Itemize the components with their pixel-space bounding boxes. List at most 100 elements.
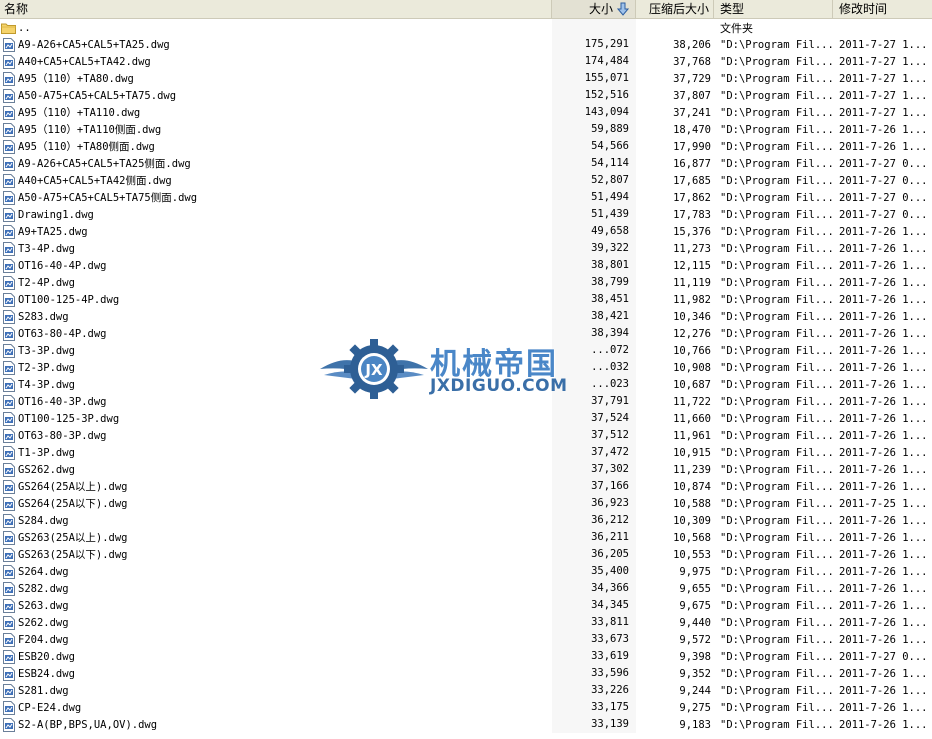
file-modified-time: 2011-7-26 1... — [839, 480, 928, 493]
file-compressed-size: 17,685 — [673, 174, 711, 187]
file-size: 49,658 — [552, 223, 636, 240]
file-row[interactable]: S2-A(BP,BPS,UA,OV).dwg 33,139 9,183 "D:\Pro… — [0, 716, 932, 733]
file-type: "D:\Program Fil... — [720, 106, 833, 119]
column-header-size[interactable]: 大小 — [552, 0, 636, 18]
dwg-file-icon — [3, 394, 15, 409]
file-row[interactable]: A95（110）+TA110.dwg 143,094 37,241 "D:\Progr… — [0, 104, 932, 121]
dwg-file-icon — [3, 139, 15, 154]
file-name: T2-3P.dwg — [18, 361, 75, 374]
file-row[interactable]: GS263(25A以上).dwg 36,211 10,568 "D:\Program … — [0, 529, 932, 546]
file-row[interactable]: S264.dwg 35,400 9,975 "D:\Program Fil... 201… — [0, 563, 932, 580]
file-row[interactable]: A9-A26+CA5+CAL5+TA25.dwg 175,291 38,206 "D:… — [0, 36, 932, 53]
file-row[interactable]: A40+CA5+CAL5+TA42侧面.dwg 52,807 17,685 "D:\P… — [0, 172, 932, 189]
column-header-type[interactable]: 类型 — [714, 0, 833, 18]
file-row[interactable]: GS263(25A以下).dwg 36,205 10,553 "D:\Program … — [0, 546, 932, 563]
file-size: 52,807 — [552, 172, 636, 189]
file-row[interactable]: OT63-80-4P.dwg 38,394 12,276 "D:\Program Fi… — [0, 325, 932, 342]
file-compressed-size: 12,115 — [673, 259, 711, 272]
file-size: 36,205 — [552, 546, 636, 563]
file-row[interactable]: A50-A75+CA5+CAL5+TA75侧面.dwg 51,494 17,862 "… — [0, 189, 932, 206]
file-name: OT100-125-4P.dwg — [18, 293, 120, 306]
file-size: 33,596 — [552, 665, 636, 682]
file-row[interactable]: OT16-40-3P.dwg 37,791 11,722 "D:\Program Fi… — [0, 393, 932, 410]
file-list: .. 文件夹 A9-A26+CA5+CAL5+TA25.dwg 175,291 38… — [0, 19, 932, 733]
file-row[interactable]: A40+CA5+CAL5+TA42.dwg 174,484 37,768 "D:\Pr… — [0, 53, 932, 70]
file-size: 33,226 — [552, 682, 636, 699]
file-row[interactable]: A95（110）+TA80.dwg 155,071 37,729 "D:\Progra… — [0, 70, 932, 87]
column-header-modified[interactable]: 修改时间 — [833, 0, 932, 18]
file-compressed-size: 18,470 — [673, 123, 711, 136]
file-type: "D:\Program Fil... — [720, 531, 833, 544]
file-compressed-size: 9,975 — [679, 565, 711, 578]
file-type: "D:\Program Fil... — [720, 582, 833, 595]
file-type: "D:\Program Fil... — [720, 293, 833, 306]
file-row[interactable]: T1-3P.dwg 37,472 10,915 "D:\Program Fil... 2… — [0, 444, 932, 461]
file-row[interactable]: A95（110）+TA80侧面.dwg 54,566 17,990 "D:\Progr… — [0, 138, 932, 155]
file-compressed-size: 10,346 — [673, 310, 711, 323]
file-name: ESB20.dwg — [18, 650, 75, 663]
file-compressed-size: 11,660 — [673, 412, 711, 425]
file-modified-time: 2011-7-27 0... — [839, 157, 928, 170]
file-modified-time: 2011-7-26 1... — [839, 276, 928, 289]
file-compressed-size: 37,241 — [673, 106, 711, 119]
file-modified-time: 2011-7-27 1... — [839, 106, 928, 119]
file-size: 37,512 — [552, 427, 636, 444]
file-size: 155,071 — [552, 70, 636, 87]
file-row[interactable]: A9+TA25.dwg 49,658 15,376 "D:\Program Fil..… — [0, 223, 932, 240]
file-modified-time: 2011-7-26 1... — [839, 548, 928, 561]
file-row[interactable]: ESB20.dwg 33,619 9,398 "D:\Program Fil... 20… — [0, 648, 932, 665]
file-row[interactable]: T3-3P.dwg ...072 10,766 "D:\Program Fil... 2… — [0, 342, 932, 359]
file-row[interactable]: A9-A26+CA5+CAL5+TA25侧面.dwg 54,114 16,877 "D… — [0, 155, 932, 172]
column-header-name[interactable]: 名称 — [0, 0, 552, 18]
parent-folder-row[interactable]: .. 文件夹 — [0, 19, 932, 36]
file-row[interactable]: Drawing1.dwg 51,439 17,783 "D:\Program Fil.… — [0, 206, 932, 223]
file-row[interactable]: OT63-80-3P.dwg 37,512 11,961 "D:\Program Fi… — [0, 427, 932, 444]
file-modified-time: 2011-7-27 0... — [839, 650, 928, 663]
file-row[interactable]: S282.dwg 34,366 9,655 "D:\Program Fil... 201… — [0, 580, 932, 597]
file-row[interactable]: S263.dwg 34,345 9,675 "D:\Program Fil... 201… — [0, 597, 932, 614]
file-modified-time: 2011-7-26 1... — [839, 565, 928, 578]
file-row[interactable]: S284.dwg 36,212 10,309 "D:\Program Fil... 20… — [0, 512, 932, 529]
file-row[interactable]: GS262.dwg 37,302 11,239 "D:\Program Fil... 2… — [0, 461, 932, 478]
file-row[interactable]: A50-A75+CA5+CAL5+TA75.dwg 152,516 37,807 "D… — [0, 87, 932, 104]
file-type: "D:\Program Fil... — [720, 667, 833, 680]
dwg-file-icon — [3, 615, 15, 630]
file-row[interactable]: OT16-40-4P.dwg 38,801 12,115 "D:\Program Fi… — [0, 257, 932, 274]
file-type: "D:\Program Fil... — [720, 310, 833, 323]
file-row[interactable]: T2-4P.dwg 38,799 11,119 "D:\Program Fil... 2… — [0, 274, 932, 291]
file-row[interactable]: GS264(25A以下).dwg 36,923 10,588 "D:\Program … — [0, 495, 932, 512]
file-compressed-size: 10,568 — [673, 531, 711, 544]
file-row[interactable]: T3-4P.dwg 39,322 11,273 "D:\Program Fil... 2… — [0, 240, 932, 257]
file-compressed-size: 37,807 — [673, 89, 711, 102]
file-type: "D:\Program Fil... — [720, 123, 833, 136]
file-row[interactable]: GS264(25A以上).dwg 37,166 10,874 "D:\Program … — [0, 478, 932, 495]
file-compressed-size: 16,877 — [673, 157, 711, 170]
file-name: S281.dwg — [18, 684, 69, 697]
file-size: 54,566 — [552, 138, 636, 155]
column-header-compressed-size[interactable]: 压缩后大小 — [636, 0, 714, 18]
file-row[interactable]: A95（110）+TA110侧面.dwg 59,889 18,470 "D:\Prog… — [0, 121, 932, 138]
file-type: "D:\Program Fil... — [720, 616, 833, 629]
file-row[interactable]: F204.dwg 33,673 9,572 "D:\Program Fil... 201… — [0, 631, 932, 648]
file-name: CP-E24.dwg — [18, 701, 82, 714]
file-compressed-size: 10,874 — [673, 480, 711, 493]
file-name: A9+TA25.dwg — [18, 225, 88, 238]
file-row[interactable]: T4-3P.dwg ...023 10,687 "D:\Program Fil... 2… — [0, 376, 932, 393]
file-compressed-size: 15,376 — [673, 225, 711, 238]
file-row[interactable]: OT100-125-3P.dwg 37,524 11,660 "D:\Program … — [0, 410, 932, 427]
file-row[interactable]: OT100-125-4P.dwg 38,451 11,982 "D:\Program … — [0, 291, 932, 308]
file-row[interactable]: S262.dwg 33,811 9,440 "D:\Program Fil... 201… — [0, 614, 932, 631]
file-row[interactable]: T2-3P.dwg ...032 10,908 "D:\Program Fil... 2… — [0, 359, 932, 376]
file-row[interactable]: S283.dwg 38,421 10,346 "D:\Program Fil... 20… — [0, 308, 932, 325]
file-row[interactable]: ESB24.dwg 33,596 9,352 "D:\Program Fil... 20… — [0, 665, 932, 682]
file-size: 37,472 — [552, 444, 636, 461]
file-modified-time: 2011-7-26 1... — [839, 293, 928, 306]
file-row[interactable]: CP-E24.dwg 33,175 9,275 "D:\Program Fil... 2… — [0, 699, 932, 716]
file-modified-time: 2011-7-26 1... — [839, 582, 928, 595]
file-modified-time: 2011-7-26 1... — [839, 599, 928, 612]
file-type: "D:\Program Fil... — [720, 633, 833, 646]
file-row[interactable]: S281.dwg 33,226 9,244 "D:\Program Fil... 201… — [0, 682, 932, 699]
file-name: GS264(25A以下).dwg — [18, 498, 128, 510]
file-modified-time: 2011-7-27 1... — [839, 89, 928, 102]
file-modified-time: 2011-7-27 0... — [839, 191, 928, 204]
